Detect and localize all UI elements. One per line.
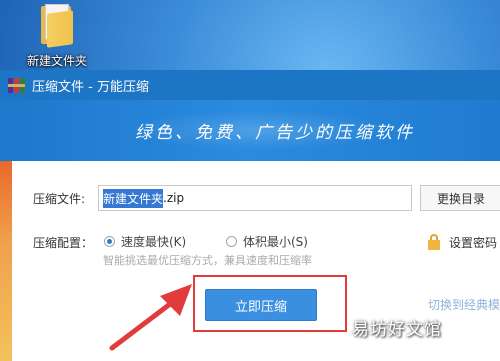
watermark: 易坊好文馆 xyxy=(352,320,442,340)
red-arrow-annotation xyxy=(109,284,192,351)
